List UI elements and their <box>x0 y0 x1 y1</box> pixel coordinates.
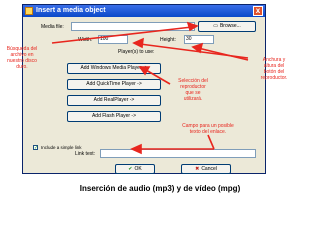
height-input[interactable]: 30 <box>184 35 214 44</box>
annotation-line: utilizará. <box>183 96 203 102</box>
title-bar: Insert a media object x <box>23 5 265 17</box>
media-file-label: Media file: <box>41 24 64 30</box>
include-simple-link-label: Include a simple link <box>41 145 82 150</box>
browse-button[interactable]: ▭ Browse... <box>198 21 256 32</box>
media-file-input[interactable] <box>71 22 195 31</box>
window-title: Insert a media object <box>36 7 106 14</box>
link-text-label: Link text: <box>75 151 96 157</box>
add-quicktime-player-button[interactable]: Add QuickTime Player -> <box>67 79 161 90</box>
check-icon: ✔ <box>128 166 133 172</box>
ok-label: OK <box>134 166 142 172</box>
annotation-size: Anchura y altura del botón del reproduct… <box>252 57 296 81</box>
width-label: Width: <box>78 37 93 43</box>
add-flash-player-button[interactable]: Add Flash Player -> <box>67 111 161 122</box>
include-simple-link-checkbox[interactable]: ✓ <box>33 145 38 151</box>
annotation-line: duro. <box>16 64 28 70</box>
width-input[interactable]: 100 <box>98 35 128 44</box>
ok-button[interactable]: ✔ OK <box>115 164 155 174</box>
browse-label: Browse... <box>219 23 241 29</box>
slide-caption: Inserción de audio (mp3) y de vídeo (mpg… <box>79 184 241 193</box>
players-label: Player(s) to use: <box>118 49 155 55</box>
add-windows-media-player-button[interactable]: Add Windows Media Player -> <box>67 63 161 74</box>
height-label: Height: <box>160 37 176 43</box>
link-text-input[interactable] <box>100 149 256 158</box>
cancel-label: Cancel <box>201 166 217 172</box>
cancel-button[interactable]: ✖ Cancel <box>181 164 231 174</box>
annotation-link-text: Campo para un posible texto del enlace. <box>168 123 248 135</box>
annotation-line: texto del enlace. <box>189 129 227 135</box>
add-realplayer-button[interactable]: Add RealPlayer -> <box>67 95 161 106</box>
close-button[interactable]: x <box>253 6 263 16</box>
insert-media-dialog: Insert a media object x Media file: ▭ Bro… <box>22 4 266 174</box>
annotation-search-file: Búsqueda del archivo en nuestro disco du… <box>0 46 44 70</box>
annotation-player-select: Selección del reproductor que se utiliza… <box>168 78 218 102</box>
cross-icon: ✖ <box>195 166 200 172</box>
window-app-icon <box>25 7 33 15</box>
folder-icon: ▭ <box>213 23 218 29</box>
annotation-line: reproductor. <box>260 75 288 81</box>
